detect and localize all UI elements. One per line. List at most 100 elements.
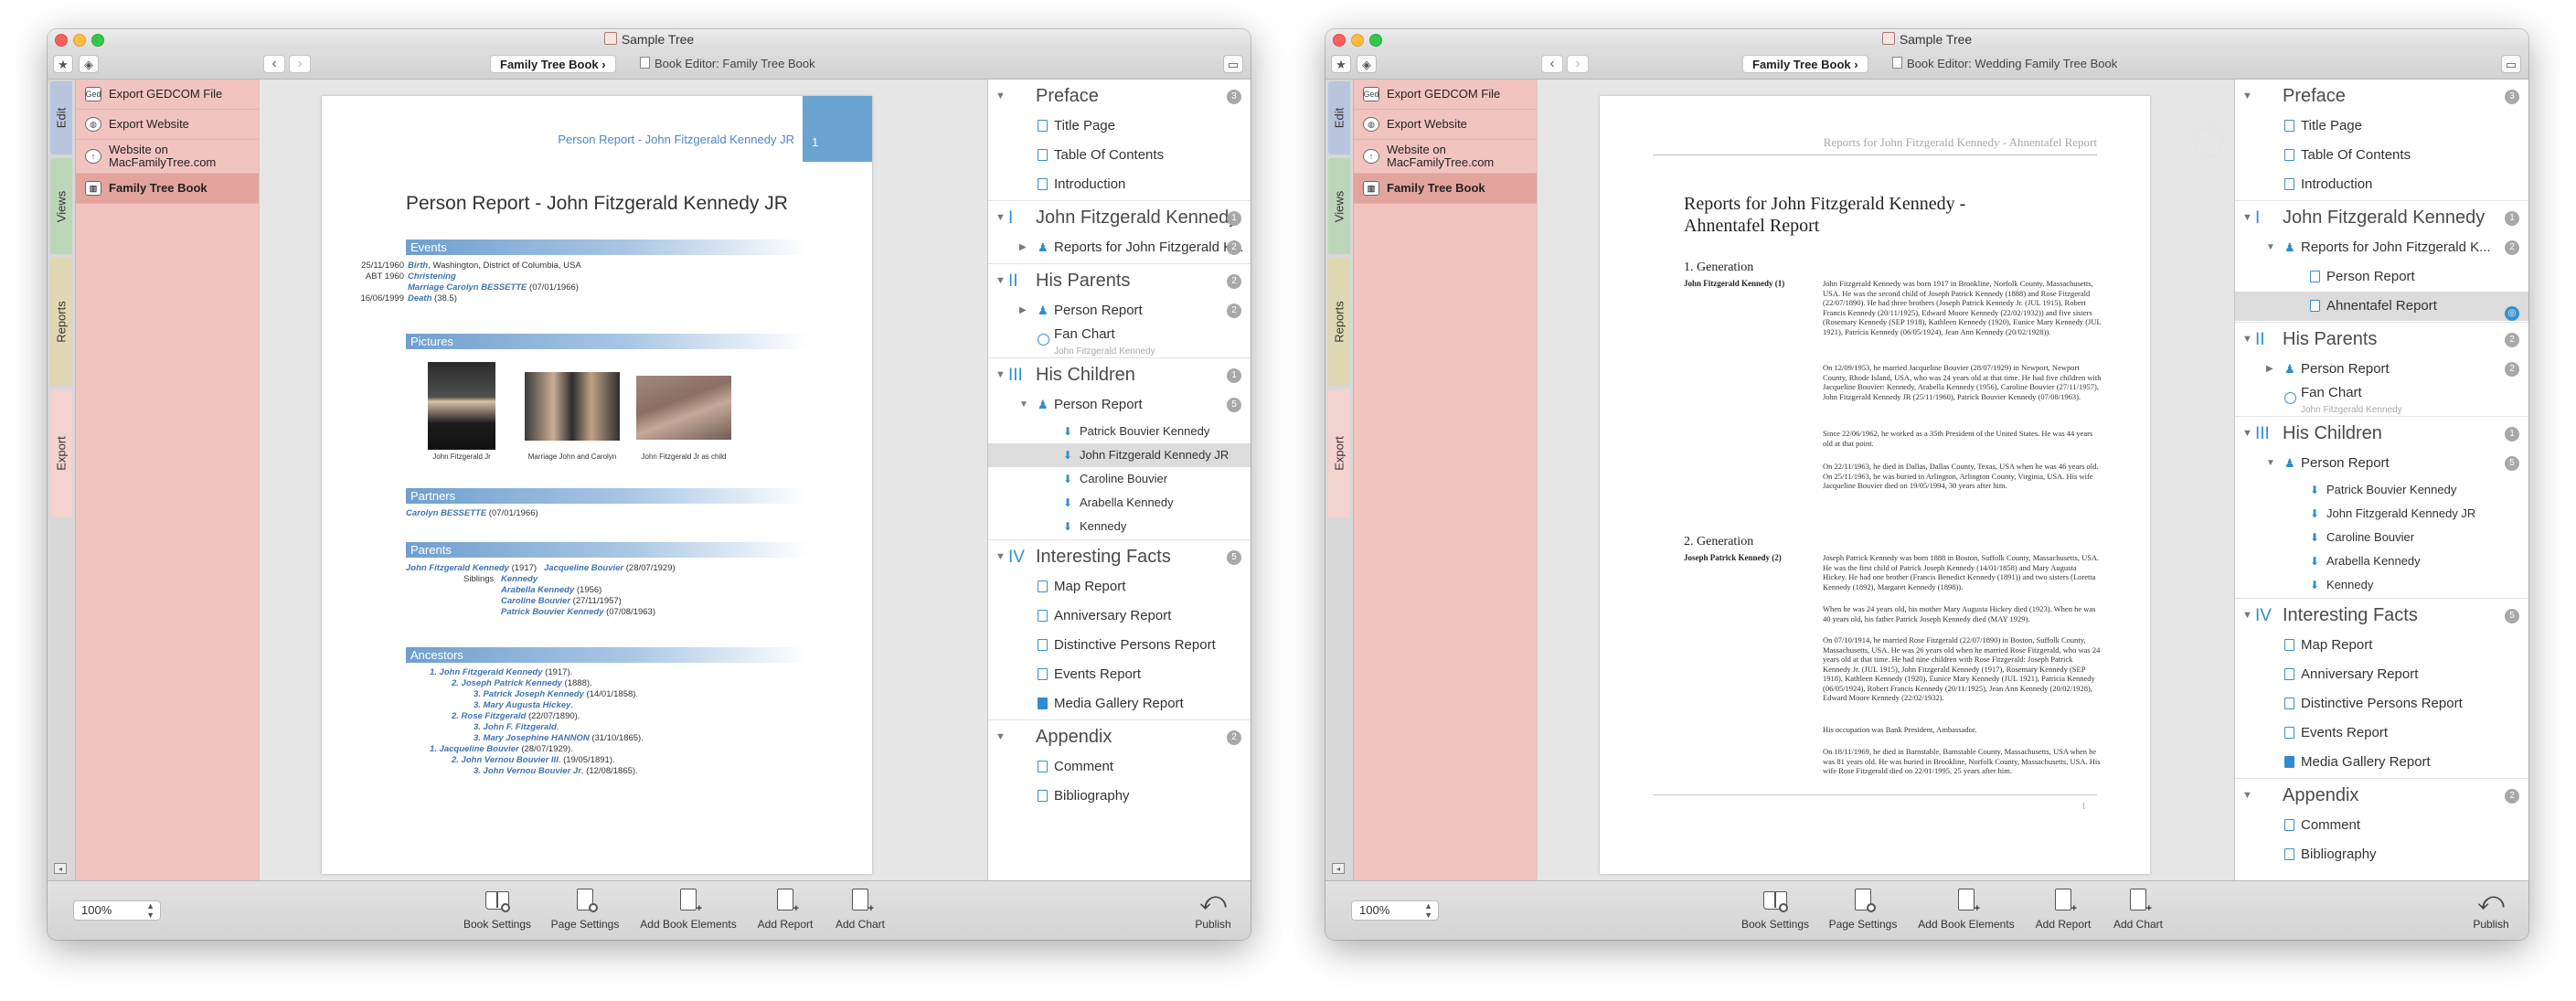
add-book-elements-button[interactable]: + Add Book Elements	[638, 889, 739, 936]
photo-john-as-child[interactable]	[636, 376, 731, 440]
add-report-button[interactable]: + Add Report	[2031, 889, 2095, 936]
ancestor-link[interactable]: 3. Mary Augusta Hickey	[474, 700, 570, 710]
zoom-select[interactable]: 100% ▲ ▼	[1351, 900, 1439, 921]
outline-item[interactable]: Introduction	[988, 170, 1251, 199]
outline-item[interactable]: Map Report	[988, 572, 1251, 602]
sibling-link[interactable]: Caroline Bouvier	[501, 596, 570, 606]
favorites-star-icon[interactable]: ★	[1331, 55, 1351, 73]
sidebar-item-family-tree-book[interactable]: ▥ Family Tree Book	[76, 174, 259, 204]
outline-item[interactable]: Anniversary Report	[988, 602, 1251, 631]
ancestor-link[interactable]: 3. Mary Josephine HANNON	[474, 733, 590, 743]
book-settings-button[interactable]: Book Settings	[1739, 889, 1812, 936]
ancestor-link[interactable]: 1. John Fitzgerald Kennedy	[430, 667, 543, 677]
disclosure-triangle-icon[interactable]: ▼	[2242, 81, 2252, 112]
outline-item[interactable]: ▶ ♟ Person Report 2	[988, 296, 1251, 325]
outline-item[interactable]: Bibliography	[988, 782, 1251, 811]
breadcrumb-family-tree-book[interactable]: Family Tree Book ›	[490, 55, 616, 73]
tab-edit[interactable]: Edit	[1328, 81, 1350, 154]
outline-child-item[interactable]: ⬇ Kennedy	[2235, 573, 2528, 597]
disclosure-triangle-icon[interactable]: ▼	[995, 542, 1006, 572]
disclosure-triangle-icon[interactable]: ▼	[2242, 601, 2252, 631]
outline-item[interactable]: ▼ ♟ Person Report 5	[988, 390, 1251, 420]
disclosure-triangle-icon[interactable]: ▶	[1019, 233, 1027, 262]
back-button[interactable]: ‹	[263, 55, 285, 73]
outline-item[interactable]: Person Report	[2235, 262, 2528, 292]
outline-section-part2[interactable]: ▼ II His Parents 2	[988, 266, 1251, 296]
disclosure-triangle-icon[interactable]: ▼	[995, 266, 1006, 296]
add-chart-button[interactable]: + Add Chart	[2106, 889, 2170, 936]
zoom-window-button[interactable]	[91, 34, 104, 47]
forward-button[interactable]: ›	[289, 55, 311, 73]
tab-export[interactable]: Export	[50, 389, 72, 517]
outline-item[interactable]: Anniversary Report	[2235, 660, 2528, 689]
outline-item[interactable]: Title Page	[988, 112, 1251, 141]
outline-item[interactable]: Media Gallery Report	[988, 689, 1251, 719]
outline-section-appendix[interactable]: ▼ Appendix 2	[988, 722, 1251, 752]
outline-section-appendix[interactable]: ▼ Appendix 2	[2235, 781, 2528, 811]
outline-item[interactable]: Map Report	[2235, 631, 2528, 660]
tab-views[interactable]: Views	[50, 158, 72, 254]
outline-section-part4[interactable]: ▼ IV Interesting Facts 5	[2235, 601, 2528, 631]
outline-item[interactable]: Distinctive Persons Report	[988, 631, 1251, 660]
ancestor-link[interactable]: 1. Jacqueline Bouvier	[430, 744, 519, 754]
sidebar-item-export-website[interactable]: ◍ Export Website	[76, 110, 259, 140]
bookmark-tag-icon[interactable]: ◈	[79, 55, 99, 73]
disclosure-triangle-icon[interactable]: ▼	[995, 81, 1006, 112]
back-button[interactable]: ‹	[1541, 55, 1563, 73]
collapse-sidebar-icon[interactable]: ◂	[1332, 863, 1345, 874]
breadcrumb-book-editor[interactable]: Book Editor: Wedding Family Tree Book	[1892, 55, 2117, 73]
disclosure-triangle-icon[interactable]: ▼	[2266, 449, 2275, 478]
outline-child-item[interactable]: ⬇ John Fitzgerald Kennedy JR	[988, 443, 1251, 467]
outline-item[interactable]: Title Page	[2235, 112, 2528, 141]
bookmark-tag-icon[interactable]: ◈	[1357, 55, 1377, 73]
mother-link[interactable]: Jacqueline Bouvier	[544, 563, 623, 573]
add-report-button[interactable]: + Add Report	[753, 889, 817, 936]
ancestor-link[interactable]: 3. John F. Fitzgerald	[474, 722, 557, 732]
close-window-button[interactable]	[1333, 34, 1346, 47]
publish-button[interactable]: ⤺ Publish	[2468, 889, 2514, 936]
minimize-window-button[interactable]	[73, 34, 86, 47]
outline-child-item[interactable]: ⬇ Kennedy	[988, 515, 1251, 538]
photo-john-fitzgerald-jr[interactable]	[428, 362, 495, 450]
outline-section-part4[interactable]: ▼ IV Interesting Facts 5	[988, 542, 1251, 572]
partner-link[interactable]: Carolyn BESSETTE	[406, 508, 486, 518]
sidebar-toggle-icon[interactable]: ▭	[1223, 55, 1243, 73]
event-link[interactable]: Birth	[408, 261, 428, 271]
sidebar-item-family-tree-book[interactable]: ▥ Family Tree Book	[1354, 174, 1537, 204]
outline-section-part1[interactable]: ▼ I John Fitzgerald Kennedy 1	[2235, 203, 2528, 233]
outline-item[interactable]: ▼ ♟ Reports for John Fitzgerald K... 2	[2235, 233, 2528, 262]
outline-item[interactable]: Distinctive Persons Report	[2235, 689, 2528, 719]
event-link[interactable]: Death	[408, 293, 431, 303]
outline-item[interactable]: Comment	[2235, 811, 2528, 840]
disclosure-triangle-icon[interactable]: ▼	[995, 360, 1006, 390]
tab-export[interactable]: Export	[1328, 389, 1350, 517]
sidebar-item-export-gedcom[interactable]: Ged Export GEDCOM File	[76, 80, 259, 110]
outline-item[interactable]: Fan Chart John Fitzgerald Kennedy	[988, 325, 1251, 357]
outline-item[interactable]: Ahnentafel Report	[2235, 292, 2528, 321]
outline-child-item[interactable]: ⬇ Caroline Bouvier	[2235, 526, 2528, 549]
collapse-sidebar-icon[interactable]: ◂	[54, 863, 67, 874]
disclosure-triangle-icon[interactable]: ▶	[1019, 296, 1027, 325]
outline-item[interactable]: Fan Chart John Fitzgerald Kennedy	[2235, 384, 2528, 415]
outline-section-part2[interactable]: ▼ II His Parents 2	[2235, 325, 2528, 355]
page-settings-button[interactable]: Page Settings	[1826, 889, 1900, 936]
disclosure-triangle-icon[interactable]: ▼	[2242, 325, 2252, 355]
breadcrumb-book-editor[interactable]: Book Editor: Family Tree Book	[640, 55, 815, 73]
outline-child-item[interactable]: ⬇ John Fitzgerald Kennedy JR	[2235, 502, 2528, 526]
outline-item[interactable]: ▶ ♟ Reports for John Fitzgerald K... 2	[988, 233, 1251, 262]
sidebar-item-export-gedcom[interactable]: Ged Export GEDCOM File	[1354, 80, 1537, 110]
disclosure-triangle-icon[interactable]: ▶	[2266, 355, 2273, 384]
zoom-window-button[interactable]	[1369, 34, 1382, 47]
outline-section-part1[interactable]: ▼ I John Fitzgerald Kennedy 1	[988, 203, 1251, 233]
outline-section-preface[interactable]: ▼ Preface 3	[988, 81, 1251, 112]
sidebar-item-website-macfamilytree[interactable]: ↑ Website on MacFamilyTree.com	[76, 140, 259, 174]
outline-item[interactable]: Media Gallery Report	[2235, 748, 2528, 777]
disclosure-triangle-icon[interactable]: ▼	[2242, 781, 2252, 811]
breadcrumb-family-tree-book[interactable]: Family Tree Book ›	[1742, 55, 1868, 73]
ancestor-link[interactable]: 3. Patrick Joseph Kennedy	[474, 689, 584, 699]
event-link[interactable]: Christening	[408, 272, 456, 282]
outline-section-preface[interactable]: ▼ Preface 3	[2235, 81, 2528, 112]
outline-item[interactable]: ▼ ♟ Person Report 5	[2235, 449, 2528, 478]
disclosure-triangle-icon[interactable]: ▼	[2266, 233, 2275, 262]
add-chart-button[interactable]: + Add Chart	[828, 889, 892, 936]
